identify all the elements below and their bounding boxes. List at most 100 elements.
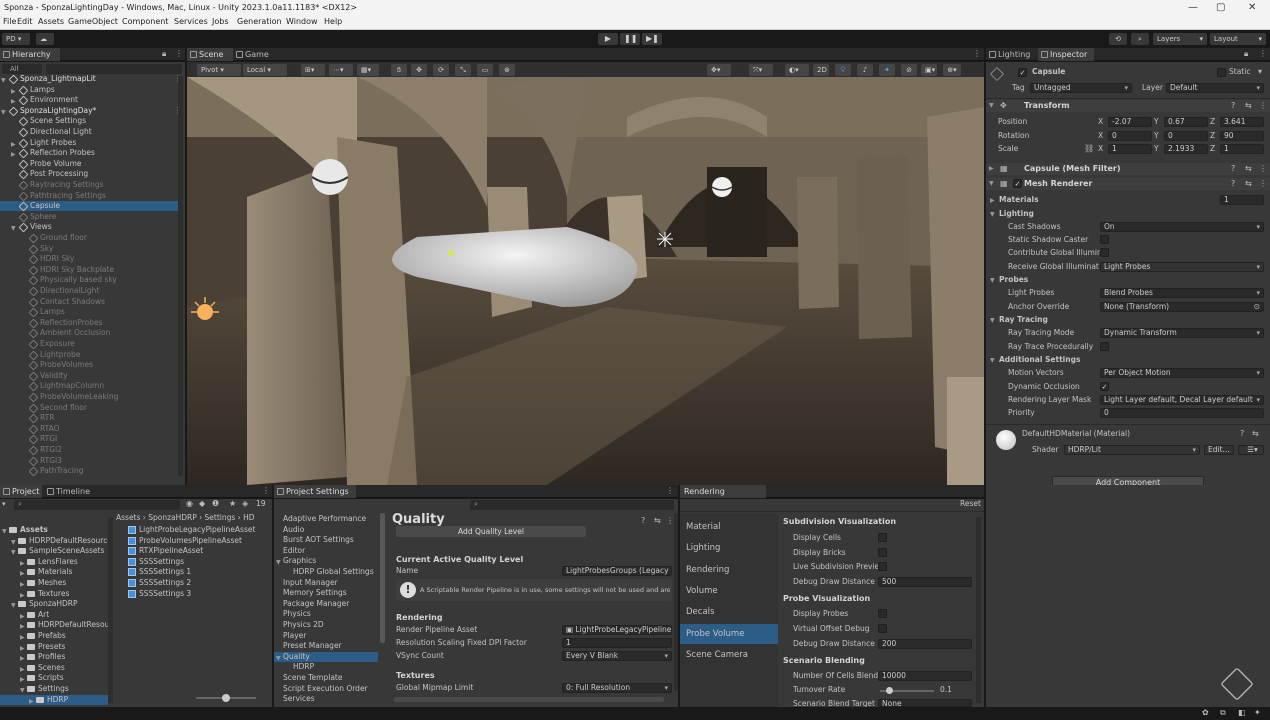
hierarchy-item[interactable]: Probe Volume [0, 159, 178, 170]
play-button[interactable]: ▶ [598, 33, 618, 45]
settings-category-item[interactable]: Physics [274, 609, 378, 619]
display-cells-checkbox[interactable] [878, 533, 887, 542]
search-icon[interactable]: ⌕ [1131, 33, 1149, 45]
filter-type-icon[interactable]: ◉ [186, 499, 193, 509]
tab-timeline[interactable]: Timeline [44, 485, 96, 498]
component-menu-icon[interactable]: ⋮ [1259, 164, 1267, 174]
settings-category-item[interactable]: Audio [274, 525, 378, 535]
settings-content-scrollbar[interactable] [674, 513, 678, 691]
collapse-arrow-icon[interactable]: ▼ [990, 357, 995, 364]
shader-dropdown[interactable]: HDRP/Lit [1064, 445, 1200, 455]
settings-category-item[interactable]: Services [274, 694, 378, 704]
hierarchy-item[interactable]: Pathtracing Settings [0, 191, 178, 202]
inspector-more-icon[interactable]: ⋮ [1259, 49, 1267, 59]
hierarchy-item[interactable]: Lightprobe [0, 350, 178, 361]
settings-category-item[interactable]: Script Execution Order [274, 684, 378, 694]
dynamic-occlusion-checkbox[interactable]: ✓ [1100, 382, 1109, 391]
layers-dropdown[interactable]: Layers ▾ [1153, 33, 1207, 45]
hierarchy-item[interactable]: RTAO [0, 424, 178, 435]
mesh-renderer-enabled-checkbox[interactable]: ✓ [1013, 179, 1022, 188]
axis-y-label[interactable]: Y [1154, 117, 1159, 127]
materials-count-input[interactable]: 1 [1220, 195, 1264, 205]
materials-section[interactable]: Materials [999, 195, 1039, 205]
settings-category-item[interactable]: Scene Template [274, 673, 378, 683]
debugger-nav-item[interactable]: Volume [680, 581, 778, 601]
effects-toggle-icon[interactable]: ✦ [879, 64, 895, 76]
settings-category-item[interactable]: ▼ Quality [274, 651, 378, 662]
settings-category-scrollbar[interactable] [380, 513, 385, 643]
project-file-item[interactable]: SSSSettings [126, 557, 272, 567]
component-menu-icon[interactable]: ⋮ [1259, 179, 1267, 189]
pivot-dropdown[interactable]: Pivot ▾ [197, 64, 241, 76]
hierarchy-item[interactable]: RTGI [0, 434, 178, 445]
position-z-input[interactable]: 3.641 [1220, 117, 1264, 127]
layout-dropdown[interactable]: Layout ▾ [1210, 33, 1266, 45]
project-file-item[interactable]: SSSSettings 3 [126, 589, 272, 599]
ray-tracing-mode-dropdown[interactable]: Dynamic Transform [1100, 328, 1264, 338]
tab-rendering-debugger[interactable]: Rendering Debugger [680, 485, 766, 509]
collapse-arrow-icon[interactable]: ▼ [990, 317, 995, 324]
mode-2d-button[interactable]: 2D [813, 64, 829, 76]
breadcrumb-assets[interactable]: Assets [116, 513, 140, 522]
filter-label-icon[interactable]: ◆ [199, 499, 205, 509]
status-icon[interactable]: ⧉ [1220, 708, 1226, 718]
project-folder-item[interactable]: ▶ LensFlares [0, 557, 108, 567]
project-more-icon[interactable]: ⋮ [262, 486, 270, 496]
inspector-lock-icon[interactable]: 🔒︎ [1244, 49, 1248, 59]
draw-mode-icon[interactable]: ◐▾ [785, 64, 809, 76]
hierarchy-item[interactable]: Ground floor [0, 233, 178, 244]
settings-category-item[interactable]: Player [274, 631, 378, 641]
local-dropdown[interactable]: Local ▾ [243, 64, 287, 76]
mipmap-dropdown[interactable]: 0: Full Resolution [562, 683, 672, 693]
lighting-section[interactable]: Lighting [999, 209, 1034, 219]
hierarchy-item[interactable]: PathTracing [0, 466, 178, 477]
hierarchy-item[interactable]: Lamps [0, 307, 178, 318]
project-folder-item[interactable]: ▶ Prefabs [0, 631, 108, 641]
project-file-item[interactable]: RTXPipelineAsset [126, 546, 272, 556]
component-menu-icon[interactable]: ⋮ [1259, 101, 1267, 111]
lighting-toggle-icon[interactable]: 💡︎ [835, 64, 851, 76]
probe-draw-distance-input[interactable]: 200 [878, 639, 972, 649]
hierarchy-item[interactable]: Scene Settings [0, 116, 178, 127]
settings-category-item[interactable]: Input Manager [274, 578, 378, 588]
hierarchy-item[interactable]: Exposure [0, 339, 178, 350]
gizmos-icon[interactable]: ⊕▾ [943, 64, 961, 76]
zoom-slider-thumb[interactable] [222, 694, 230, 702]
menu-help[interactable]: Help [324, 17, 342, 26]
preset-icon[interactable]: ⇆ [1245, 164, 1252, 174]
hierarchy-item[interactable]: ▶ Light Probes [0, 138, 178, 149]
settings-category-item[interactable]: Package Manager [274, 599, 378, 609]
reset-button[interactable]: Reset [960, 499, 981, 509]
static-checkbox[interactable] [1217, 68, 1226, 77]
lock-icon[interactable]: 🔒︎ [162, 49, 166, 59]
hierarchy-search-input[interactable] [46, 64, 182, 74]
shader-edit-button[interactable]: Edit... [1204, 445, 1234, 455]
project-folder-item[interactable]: ▶ Art [0, 610, 108, 620]
project-folder-item[interactable]: ▶ Scripts [0, 673, 108, 683]
help-icon[interactable]: ? [1240, 429, 1244, 439]
expand-arrow-icon[interactable]: ▶ [29, 697, 34, 707]
status-icon[interactable]: ✿ [1202, 708, 1209, 718]
hierarchy-item[interactable]: Post Processing [0, 169, 178, 180]
axis-x-label[interactable]: X [1098, 117, 1103, 127]
tab-inspector[interactable]: Inspector [1038, 48, 1094, 61]
preset-icon[interactable]: ⇆ [1245, 179, 1252, 189]
settings-category-item[interactable]: ▼ Graphics [274, 556, 378, 566]
hierarchy-item[interactable]: ProbeVolumes [0, 360, 178, 371]
debugger-nav-item[interactable]: Rendering [680, 560, 778, 580]
help-icon[interactable]: ? [1231, 179, 1235, 189]
debugger-nav-item[interactable]: Scene Camera [680, 645, 778, 665]
contribute-gi-checkbox[interactable] [1100, 248, 1109, 257]
virtual-offset-checkbox[interactable] [878, 624, 887, 633]
position-y-input[interactable]: 0.67 [1164, 117, 1208, 127]
hierarchy-item[interactable]: ▼SponzaLightingDay*⋮ [0, 106, 182, 117]
hierarchy-item[interactable]: ▶ Reflection Probes [0, 148, 178, 159]
move-options-icon[interactable]: ✥▾ [707, 64, 731, 76]
quality-name-input[interactable]: LightProbesGroups (Legacy [562, 566, 672, 576]
menu-assets[interactable]: Assets [38, 17, 64, 26]
dpi-input[interactable]: 1 [562, 638, 672, 648]
menu-edit[interactable]: Edit [17, 17, 33, 26]
maximize-icon[interactable]: ▢ [1216, 0, 1225, 16]
hierarchy-item[interactable]: RTR [0, 413, 178, 424]
mesh-filter-header[interactable]: ▶ ▦ Capsule (Mesh Filter) ? ⇆ ⋮ [986, 163, 1270, 175]
